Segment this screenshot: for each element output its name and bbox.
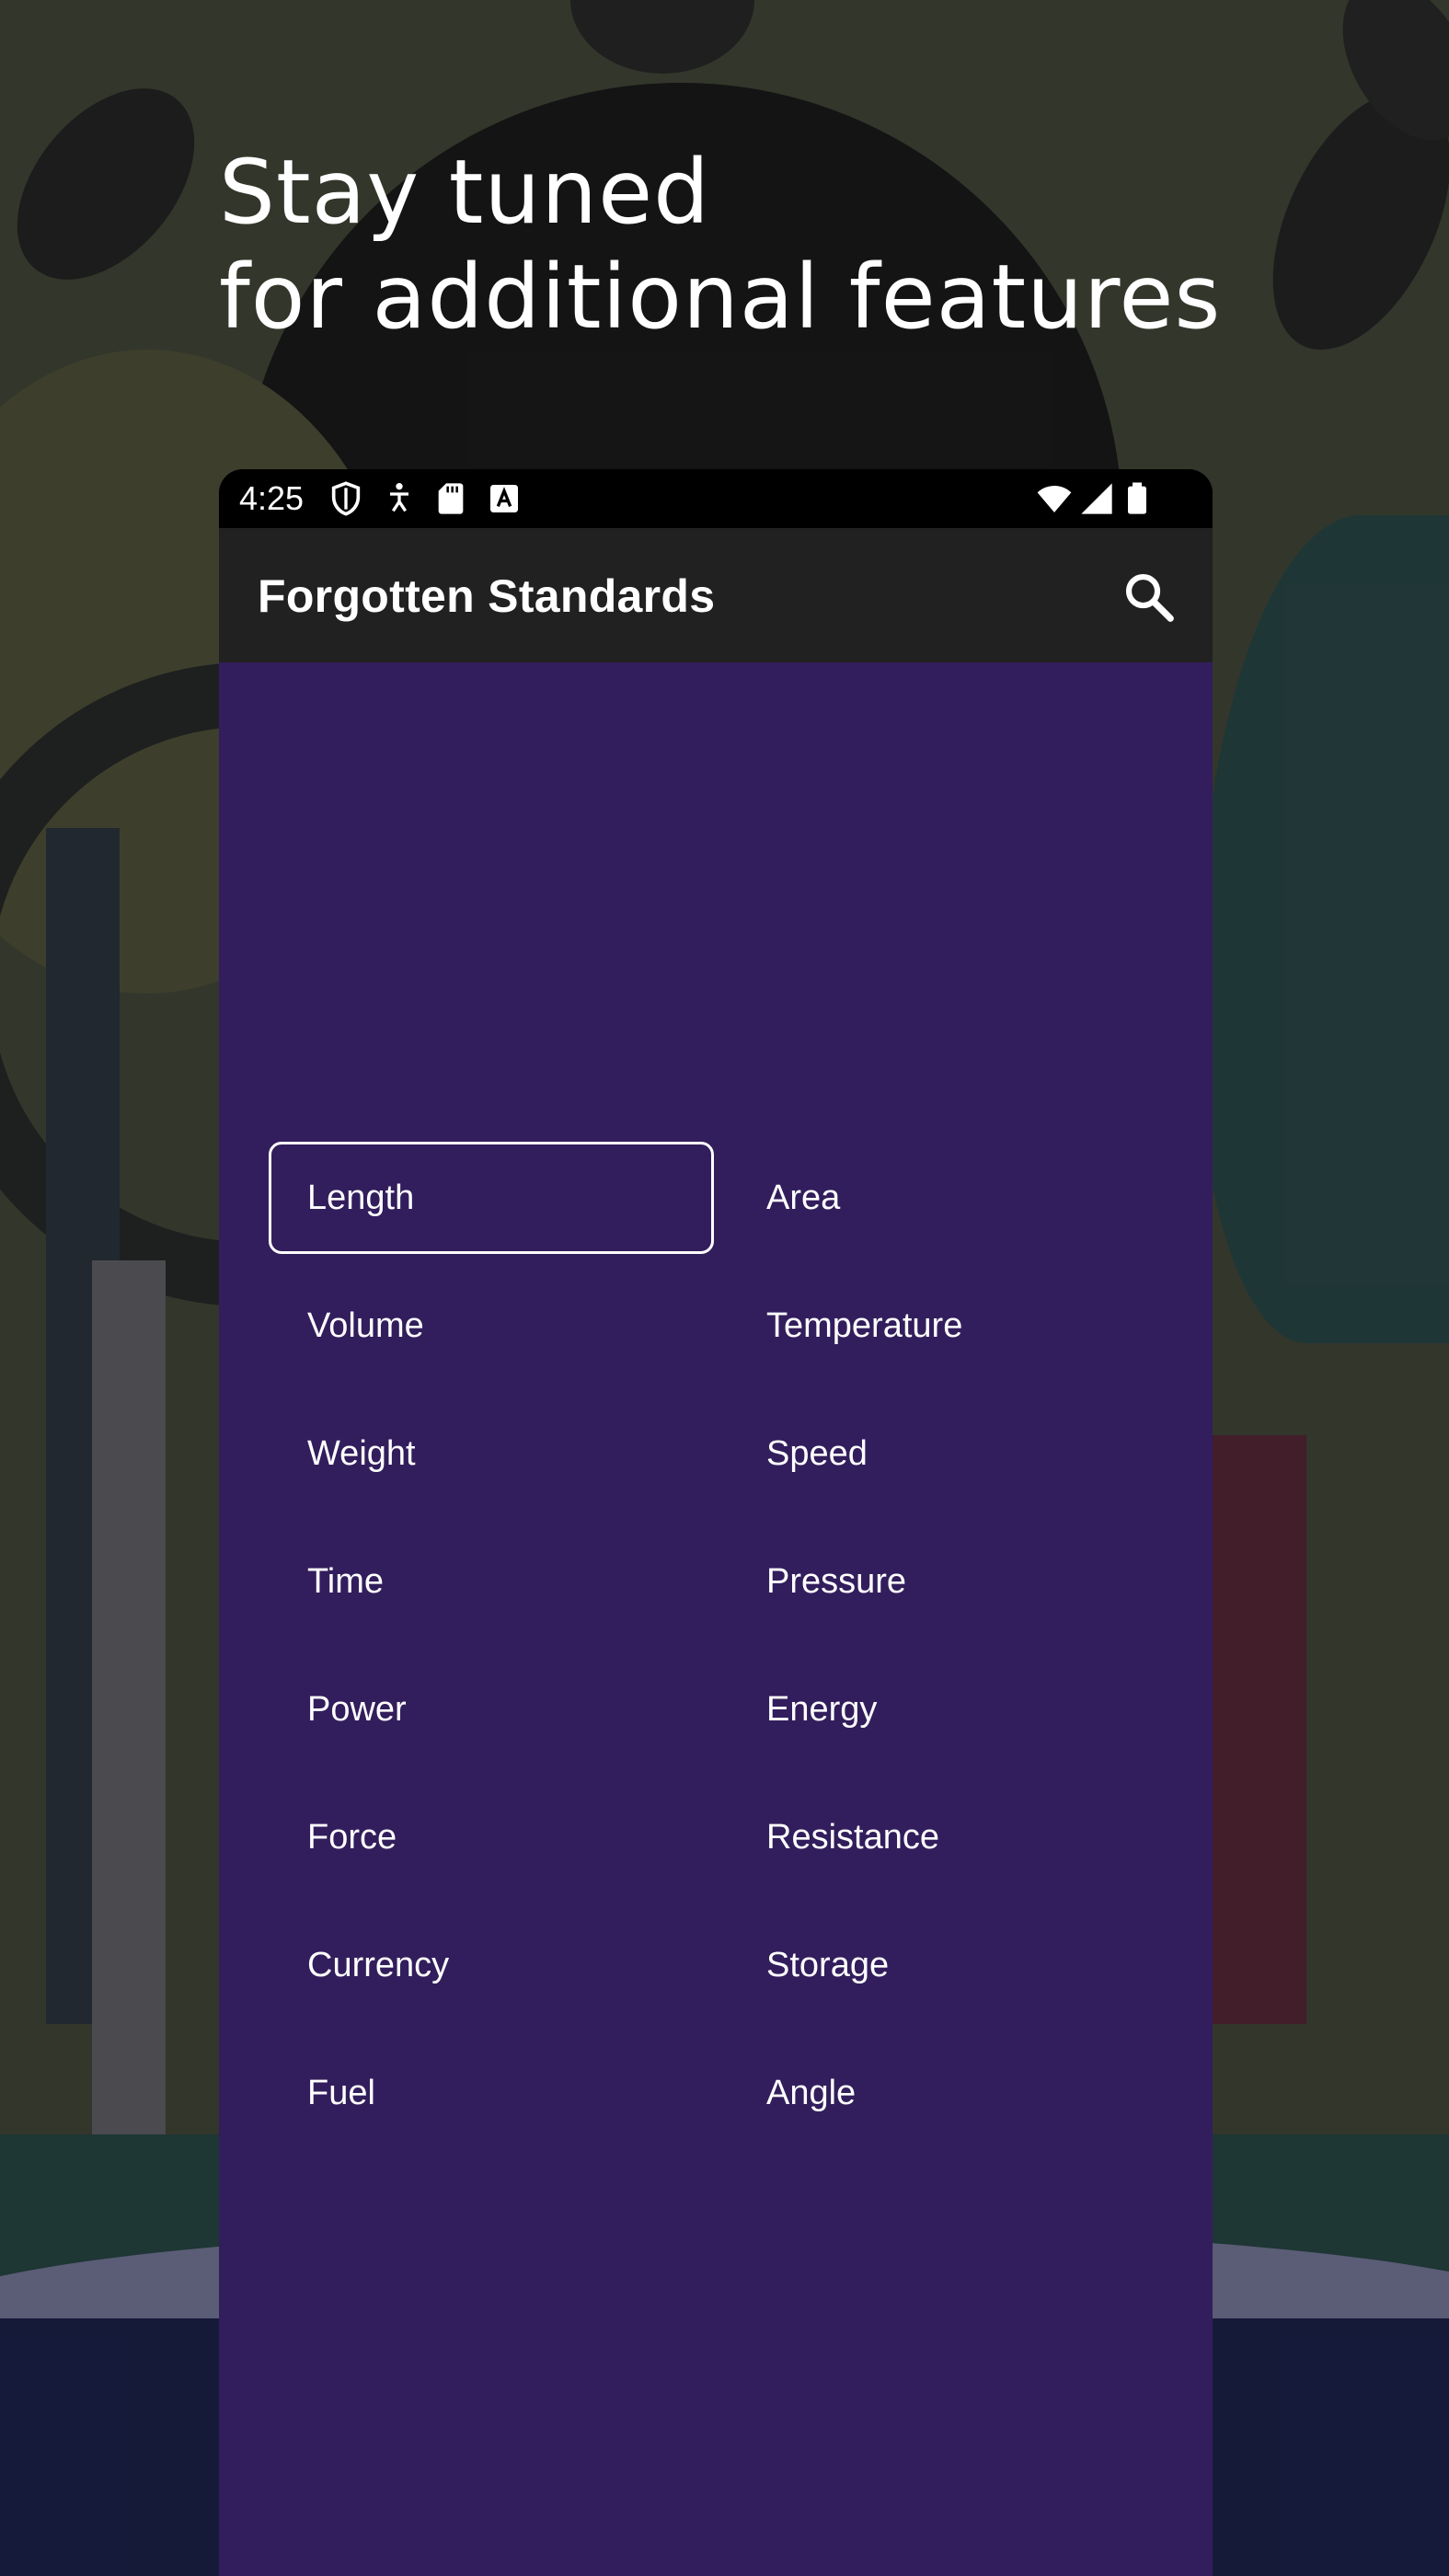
category-resistance[interactable]: Resistance xyxy=(728,1781,1173,1893)
status-time: 4:25 xyxy=(239,479,305,517)
category-currency[interactable]: Currency xyxy=(269,1909,714,2021)
search-icon[interactable] xyxy=(1121,569,1178,626)
shield-icon xyxy=(331,481,361,516)
headline-line-1: Stay tuned xyxy=(219,141,711,244)
headline-line-2: for additional features xyxy=(219,246,1222,349)
category-length[interactable]: Length xyxy=(269,1142,714,1254)
category-angle[interactable]: Angle xyxy=(728,2037,1173,2149)
app-title: Forgotten Standards xyxy=(258,570,716,622)
category-energy[interactable]: Energy xyxy=(728,1653,1173,1765)
category-speed[interactable]: Speed xyxy=(728,1397,1173,1510)
category-power[interactable]: Power xyxy=(269,1653,714,1765)
status-bar: 4:25 xyxy=(219,469,1213,528)
phone-screen: 4:25 Forgotten Standards Length Area Vol… xyxy=(219,469,1213,2576)
battery-icon xyxy=(1128,482,1146,514)
signal-icon xyxy=(1081,483,1112,514)
category-weight[interactable]: Weight xyxy=(269,1397,714,1510)
sd-card-icon xyxy=(438,483,464,514)
category-volume[interactable]: Volume xyxy=(269,1270,714,1382)
accessibility-icon xyxy=(390,483,408,512)
category-pressure[interactable]: Pressure xyxy=(728,1525,1173,1638)
category-force[interactable]: Force xyxy=(269,1781,714,1893)
category-area[interactable]: Area xyxy=(728,1142,1173,1254)
app-bar: Forgotten Standards xyxy=(219,528,1213,662)
category-fuel[interactable]: Fuel xyxy=(269,2037,714,2149)
promo-headline: Stay tuned for additional features xyxy=(219,140,1369,350)
category-storage[interactable]: Storage xyxy=(728,1909,1173,2021)
category-time[interactable]: Time xyxy=(269,1525,714,1638)
wifi-icon xyxy=(1037,486,1072,512)
category-temperature[interactable]: Temperature xyxy=(728,1270,1173,1382)
a-badge-icon xyxy=(490,485,518,512)
